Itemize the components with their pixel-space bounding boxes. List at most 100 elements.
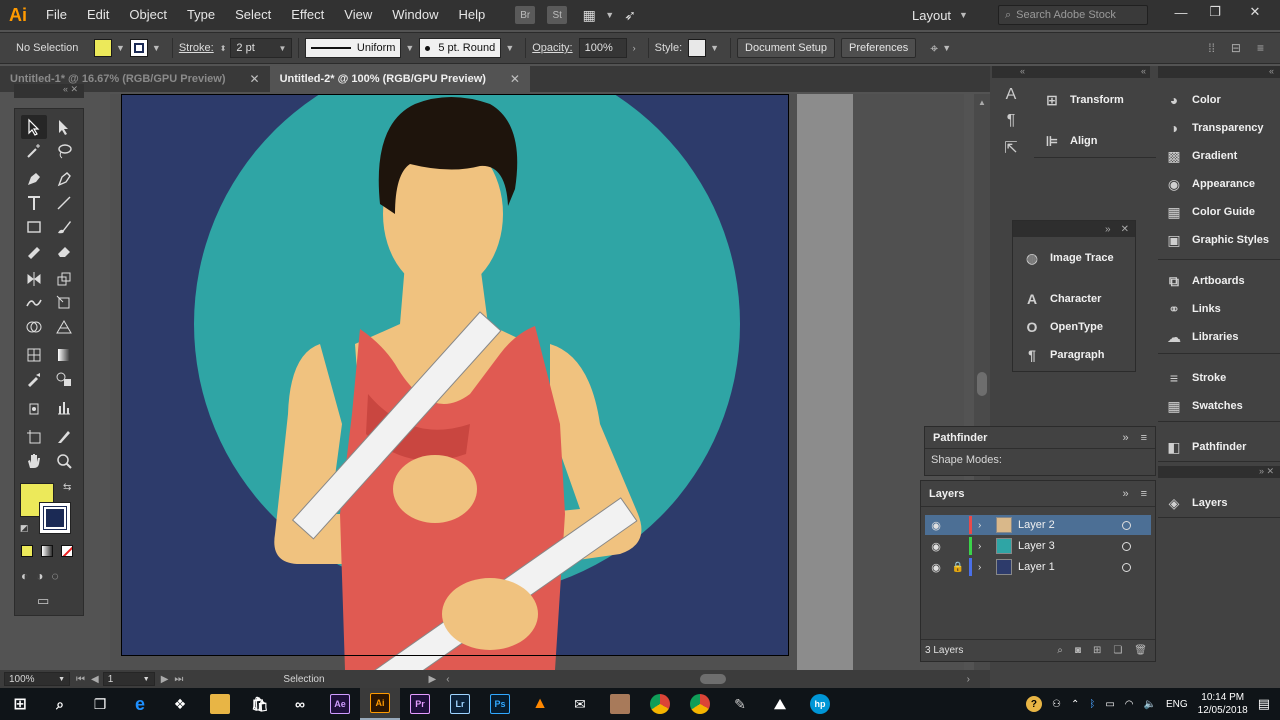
chevron-down-icon[interactable]: ▼ [505,43,514,53]
opacity-label[interactable]: Opacity: [532,42,572,54]
target-circle-icon[interactable] [1122,562,1131,572]
wifi-icon[interactable]: ◠ [1125,699,1134,710]
menu-file[interactable]: File [36,0,77,30]
panel-links[interactable]: ⚭ Links [1164,295,1221,323]
bluetooth-icon[interactable]: ᛒ [1089,699,1095,710]
layers-panel-header[interactable]: Layers » ≡ [921,481,1155,507]
none-mode-icon[interactable] [61,545,73,557]
lasso-tool-icon[interactable] [51,139,77,163]
panel-libraries[interactable]: ☁ Libraries [1164,323,1238,351]
align-panel-icon[interactable]: ⊟ [1231,41,1241,55]
mesh-tool-icon[interactable] [21,343,47,367]
pathfinder-panel-header[interactable]: Pathfinder » ≡ [925,427,1155,449]
drawing-modes-icon[interactable]: ◐◑◌ [21,569,67,583]
rotate-tool-icon[interactable] [21,267,47,291]
gradient-mode-icon[interactable] [41,545,53,557]
panel-swatches[interactable]: ▦ Swatches [1164,392,1242,420]
search-icon[interactable]: ⌕ [40,688,80,720]
layer-row[interactable]: ◉ 🔒 › Layer 1 [925,557,1151,577]
layer-name[interactable]: Layer 2 [1018,519,1055,531]
layer-row[interactable]: ◉ › Layer 2 [925,515,1151,535]
search-stock-input[interactable]: ⌕ Search Adobe Stock [998,5,1148,25]
zoom-field[interactable]: 100% ▼ [4,672,70,686]
expand-arrow-icon[interactable]: › [978,562,992,573]
panel-opentype[interactable]: O OpenType [1022,313,1103,341]
hp-icon[interactable]: hp [800,688,840,720]
close-icon[interactable]: ✕ [510,72,520,86]
panel-menu-icon[interactable]: ≡ [1141,488,1147,500]
collapse-icon[interactable]: » [1122,488,1128,500]
make-clipping-mask-icon[interactable]: ◙ [1075,645,1081,656]
last-artboard-icon[interactable]: ⏭ [174,674,183,685]
panel-character[interactable]: A Character [1022,285,1101,313]
panel-align[interactable]: ⊫ Align [1042,127,1098,155]
chevron-down-icon[interactable]: ▼ [942,43,951,53]
panel-pathfinder[interactable]: ◧ Pathfinder [1164,433,1246,461]
scroll-up-icon[interactable]: ▲ [974,98,990,107]
layer-name[interactable]: Layer 3 [1018,540,1055,552]
pen-tool-icon[interactable] [21,167,47,191]
lightroom-icon[interactable]: Lr [440,688,480,720]
panel-transparency[interactable]: ◑ Transparency [1164,114,1264,142]
direct-selection-tool-icon[interactable] [51,115,77,139]
chevron-right-icon[interactable]: › [633,43,636,53]
dock-column-header[interactable]: « [1158,66,1280,78]
workspace-switcher[interactable]: Layout ▼ [912,0,968,30]
panel-paragraph[interactable]: ¶ Paragraph [1022,341,1104,369]
visibility-eye-icon[interactable]: ◉ [925,540,947,553]
shaper-tool-icon[interactable] [21,239,47,263]
stock-icon[interactable]: St [547,6,568,24]
previous-artboard-icon[interactable]: ◀ [91,674,99,685]
fill-color-swatch[interactable] [94,39,112,57]
first-artboard-icon[interactable]: ⏮ [76,674,85,685]
lock-icon[interactable]: 🔒 [947,562,969,573]
layer-name[interactable]: Layer 1 [1018,561,1055,573]
free-transform-tool-icon[interactable] [51,291,77,315]
expand-arrow-icon[interactable]: › [978,520,992,531]
delete-layer-icon[interactable]: 🗑 [1134,645,1147,656]
mail-icon[interactable]: ✉ [560,688,600,720]
vlc-icon[interactable]: ▲ [520,688,560,720]
brush-definition-field[interactable]: 5 pt. Round [419,38,502,58]
task-view-icon[interactable]: ❐ [80,688,120,720]
target-circle-icon[interactable] [1122,541,1131,551]
bridge-icon[interactable]: Br [515,6,536,24]
toolbar-grip[interactable]: « ✕ [14,84,84,98]
gpu-performance-icon[interactable]: ➶ [620,6,640,24]
layer-row[interactable]: ◉ › Layer 3 [925,536,1151,556]
panel-menu-icon[interactable]: ≡ [1141,432,1147,444]
control-menu-icon[interactable]: ≡ [1257,41,1264,55]
gradient-tool-icon[interactable] [51,343,77,367]
visibility-eye-icon[interactable]: ◉ [925,519,947,532]
stroke-color-box[interactable] [39,502,71,534]
dock-column-header[interactable]: » ✕ [1158,466,1280,478]
hand-tool-icon[interactable] [21,449,47,473]
artboard-tool-icon[interactable] [21,425,47,449]
preferences-button[interactable]: Preferences [840,38,917,58]
shape-builder-tool-icon[interactable] [21,315,47,339]
arrange-documents-icon[interactable]: ▦ [579,6,599,24]
panel-graphic-styles[interactable]: ▣ Graphic Styles [1164,226,1269,254]
menu-select[interactable]: Select [225,0,281,30]
graphic-style-swatch[interactable] [688,39,707,57]
color-mode-icon[interactable] [21,545,33,557]
line-segment-tool-icon[interactable] [51,191,77,215]
panel-gradient[interactable]: ▩ Gradient [1164,142,1237,170]
dock-column-header[interactable]: «« [992,66,1150,78]
paint-app-icon[interactable]: ✎ [720,688,760,720]
collapse-icon[interactable]: » [1105,224,1111,235]
menu-effect[interactable]: Effect [281,0,334,30]
slice-tool-icon[interactable] [51,425,77,449]
curvature-tool-icon[interactable] [51,167,77,191]
dropbox-icon[interactable]: ❖ [160,688,200,720]
chrome-alt-icon[interactable] [680,688,720,720]
edge-browser-icon[interactable]: e [120,688,160,720]
paintbrush-tool-icon[interactable] [51,215,77,239]
screen-mode-icon[interactable]: ▭ [37,593,49,609]
scroll-right-icon[interactable]: › [967,674,970,685]
menu-help[interactable]: Help [448,0,495,30]
close-icon[interactable]: ✕ [250,72,260,86]
close-window-button[interactable]: ✕ [1240,0,1270,24]
eyedropper-tool-icon[interactable] [21,367,47,391]
chrome-icon[interactable] [640,688,680,720]
